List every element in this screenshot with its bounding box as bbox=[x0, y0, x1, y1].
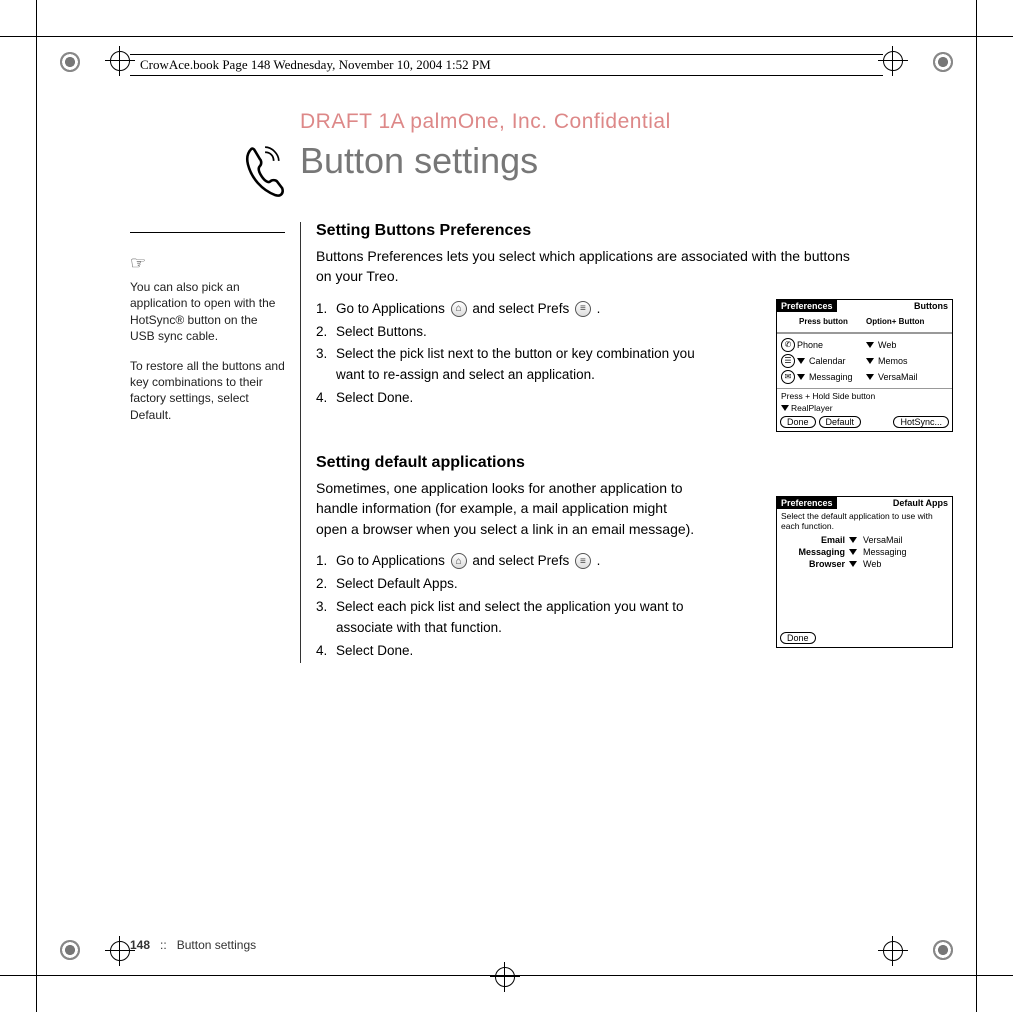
sidebar-tip-1: You can also pick an application to open… bbox=[130, 279, 285, 344]
watermark: DRAFT 1A palmOne, Inc. Confidential bbox=[300, 110, 953, 134]
phone-handset-icon bbox=[130, 142, 285, 212]
home-icon: ⌂ bbox=[451, 301, 467, 317]
default-button: Default bbox=[819, 416, 862, 428]
section-1-heading: Setting Buttons Preferences bbox=[316, 222, 953, 240]
section-1-intro: Buttons Preferences lets you select whic… bbox=[316, 246, 856, 287]
messaging-icon: ✉ bbox=[781, 370, 795, 384]
page-footer: 148 :: Button settings bbox=[130, 938, 256, 952]
prefs-icon: ≡ bbox=[575, 301, 591, 317]
done-button: Done bbox=[780, 416, 816, 428]
phone-icon: ✆ bbox=[781, 338, 795, 352]
calendar-icon: ☰ bbox=[781, 354, 795, 368]
screenshot-default-apps: PreferencesDefault Apps Select the defau… bbox=[776, 496, 953, 648]
tip-hand-icon: ☞ bbox=[130, 251, 285, 275]
sidebar: ☞ You can also pick an application to op… bbox=[130, 222, 300, 437]
section-2-intro: Sometimes, one application looks for ano… bbox=[316, 478, 696, 539]
main-content: Setting Buttons Preferences Buttons Pref… bbox=[300, 222, 953, 663]
framemaker-header: CrowAce.book Page 148 Wednesday, Novembe… bbox=[130, 54, 883, 76]
header-text: CrowAce.book Page 148 Wednesday, Novembe… bbox=[130, 57, 491, 73]
prefs-icon: ≡ bbox=[575, 553, 591, 569]
done-button: Done bbox=[780, 632, 816, 644]
home-icon: ⌂ bbox=[451, 553, 467, 569]
section-2-steps: 1. Go to Applications ⌂ and select Prefs… bbox=[316, 551, 696, 662]
sidebar-tip-2: To restore all the buttons and key combi… bbox=[130, 358, 285, 423]
section-1-steps: 1. Go to Applications ⌂ and select Prefs… bbox=[316, 299, 696, 412]
hotsync-button: HotSync... bbox=[893, 416, 949, 428]
page-title: Button settings bbox=[300, 140, 953, 182]
section-2-heading: Setting default applications bbox=[316, 454, 953, 472]
screenshot-buttons-prefs: PreferencesButtons Press button Option+ … bbox=[776, 299, 953, 432]
